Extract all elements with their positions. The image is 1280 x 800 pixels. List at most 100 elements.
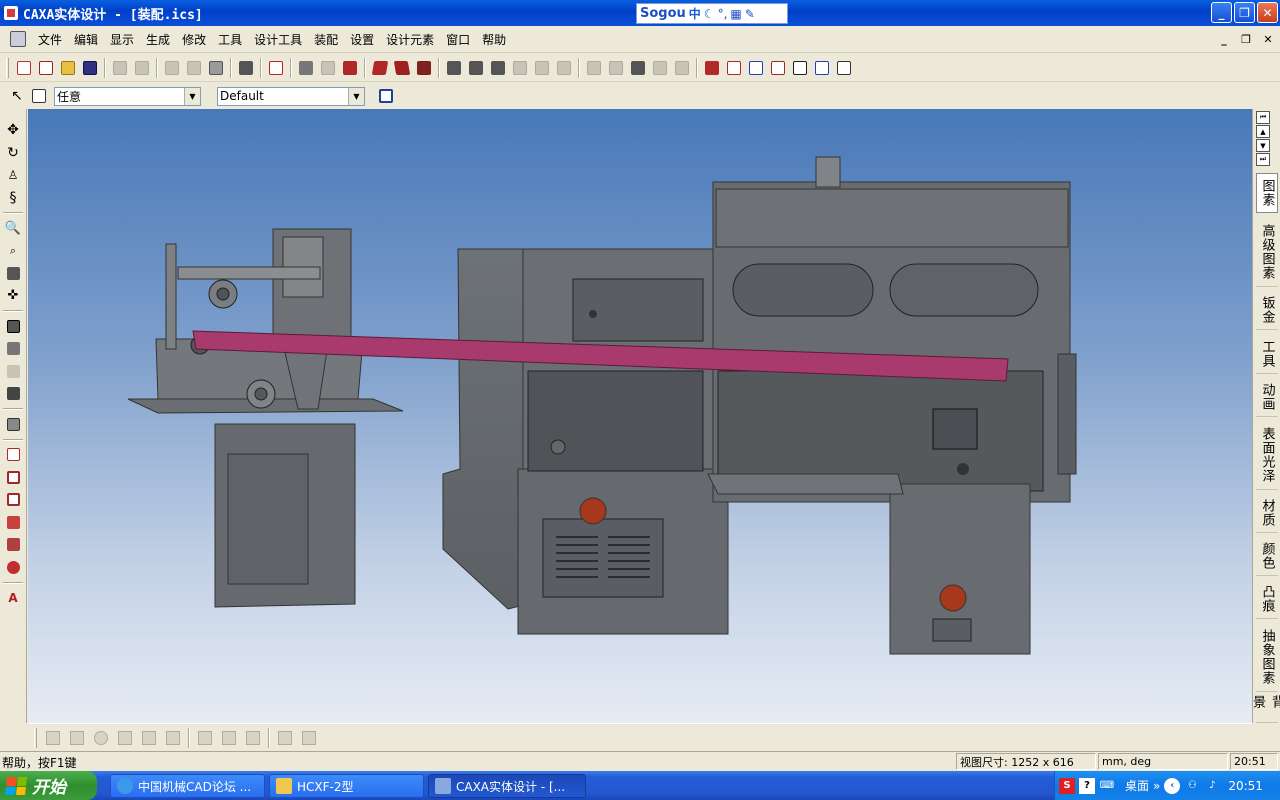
desktop-toolbar-label[interactable]: 桌面 — [1125, 777, 1149, 794]
filter-combo[interactable]: 任意 ▼ — [54, 86, 201, 106]
fillet-icon[interactable] — [531, 57, 553, 79]
doc-close-button[interactable]: ✕ — [1260, 31, 1276, 47]
task-folder[interactable]: HCXF-2型 — [269, 774, 424, 798]
view-tool-icon[interactable] — [113, 728, 137, 748]
ime-mode-indicator[interactable]: 中 — [689, 5, 701, 22]
ruler-icon[interactable] — [273, 728, 297, 748]
left-feeder-unit[interactable] — [127, 228, 404, 608]
tab-animation[interactable]: 动画 — [1256, 377, 1278, 417]
menu-modify[interactable]: 修改 — [176, 31, 212, 48]
view-align-icon[interactable] — [137, 728, 161, 748]
sweep-icon[interactable] — [413, 57, 435, 79]
boolean-icon[interactable] — [649, 57, 671, 79]
walk-icon[interactable]: § — [2, 187, 24, 209]
dimension-line-icon[interactable] — [217, 728, 241, 748]
menu-view[interactable]: 显示 — [104, 31, 140, 48]
constraint-tool-icon[interactable] — [811, 57, 833, 79]
arrow-tool-icon[interactable] — [701, 57, 723, 79]
tab-material[interactable]: 材质 — [1256, 493, 1278, 533]
chevron-down-icon[interactable]: ▼ — [348, 87, 364, 105]
sogou-tray-icon[interactable]: S — [1059, 777, 1075, 794]
menu-edit[interactable]: 编辑 — [68, 31, 104, 48]
dynamic-view-icon[interactable]: ♙ — [2, 164, 24, 186]
tab-background[interactable]: 背景 — [1250, 695, 1280, 723]
fasten-tool-icon[interactable] — [789, 57, 811, 79]
view-2d-icon[interactable] — [41, 728, 65, 748]
tab-advanced-primitives[interactable]: 高级图素 — [1256, 217, 1278, 287]
ime-toolbar[interactable]: Sogou 中 ☾ °, ▦ ✎ — [636, 3, 788, 24]
rect-icon[interactable] — [2, 466, 24, 488]
keyboard-icon[interactable]: ▦ — [730, 7, 741, 21]
view-camera-icon[interactable] — [2, 338, 24, 360]
shell-icon[interactable] — [465, 57, 487, 79]
tab-primitives[interactable]: 图素 — [1256, 173, 1278, 213]
help-tray-icon[interactable]: ? — [1079, 777, 1095, 794]
delete-icon[interactable] — [193, 728, 217, 748]
cross-icon[interactable] — [241, 728, 265, 748]
tab-color[interactable]: 颜色 — [1256, 536, 1278, 576]
dimension-icon[interactable]: A — [2, 587, 24, 609]
rotate-icon[interactable]: ↻ — [2, 142, 24, 164]
clock[interactable]: 20:51 — [1228, 779, 1263, 793]
view-light-icon[interactable] — [2, 360, 24, 382]
doc-restore-button[interactable]: ❐ — [1238, 31, 1254, 47]
revolve-icon[interactable] — [391, 57, 413, 79]
orient-icon[interactable]: ✜ — [2, 285, 24, 307]
mirror-icon[interactable] — [605, 57, 627, 79]
split-icon[interactable] — [627, 57, 649, 79]
rib-icon[interactable] — [509, 57, 531, 79]
camera-icon[interactable] — [339, 57, 361, 79]
paste-icon[interactable] — [205, 57, 227, 79]
doc-minimize-button[interactable]: _ — [1216, 31, 1232, 47]
menu-window[interactable]: 窗口 — [440, 31, 476, 48]
view-grid-icon[interactable] — [2, 383, 24, 405]
offset-icon[interactable] — [2, 489, 24, 511]
extrude-icon[interactable] — [369, 57, 391, 79]
select-arrow-icon[interactable]: ↖ — [6, 85, 28, 107]
start-button[interactable]: 开始 — [0, 771, 97, 800]
punctuation-icon[interactable]: °, — [718, 7, 728, 21]
redo-icon[interactable] — [131, 57, 153, 79]
save-icon[interactable] — [79, 57, 101, 79]
cut-icon[interactable] — [161, 57, 183, 79]
menu-tools[interactable]: 工具 — [212, 31, 248, 48]
tab-tools[interactable]: 工具 — [1256, 334, 1278, 374]
tab-abstract-primitives[interactable]: 抽象图素 — [1256, 622, 1278, 692]
zoom-window-icon[interactable]: ⌕ — [2, 240, 24, 262]
new-drawing-icon[interactable] — [35, 57, 57, 79]
app-icon[interactable] — [4, 6, 18, 20]
machine-assembly-model[interactable] — [28, 109, 1252, 723]
tab-emboss[interactable]: 凸痕 — [1256, 579, 1278, 619]
toolbar-grip[interactable] — [34, 727, 37, 748]
menu-assembly[interactable]: 装配 — [308, 31, 344, 48]
loft-icon[interactable] — [443, 57, 465, 79]
volume-icon[interactable]: ♪ — [1204, 778, 1220, 794]
view-box-icon[interactable] — [65, 728, 89, 748]
tab-scroll-last-icon[interactable]: ⏭ — [1256, 153, 1270, 166]
menu-file[interactable]: 文件 — [32, 31, 68, 48]
axis-tool-icon[interactable] — [745, 57, 767, 79]
toolbar-grip[interactable] — [6, 57, 9, 78]
pattern-icon[interactable] — [583, 57, 605, 79]
forbid-icon[interactable] — [2, 556, 24, 578]
menu-generate[interactable]: 生成 — [140, 31, 176, 48]
cube-tool-icon[interactable] — [723, 57, 745, 79]
tab-surface-finish[interactable]: 表面光泽 — [1256, 420, 1278, 490]
pan-icon[interactable]: ✥ — [2, 119, 24, 141]
disconnect-tool-icon[interactable] — [833, 57, 855, 79]
menu-design-elements[interactable]: 设计元素 — [380, 31, 440, 48]
minimize-button[interactable]: _ — [1211, 2, 1232, 23]
align-tool-icon[interactable] — [767, 57, 789, 79]
chamfer-icon[interactable] — [553, 57, 575, 79]
moon-icon[interactable]: ☾ — [704, 7, 715, 21]
help-pointer-icon[interactable] — [265, 57, 287, 79]
maximize-button[interactable]: ❐ — [1234, 2, 1255, 23]
chevron-down-icon[interactable]: ▼ — [184, 87, 200, 105]
close-button[interactable]: ✕ — [1257, 2, 1278, 23]
view-rotate-icon[interactable] — [89, 728, 113, 748]
enclosure-cabinet[interactable] — [712, 156, 1077, 503]
main-machine-body[interactable] — [442, 248, 729, 635]
measure-icon[interactable] — [235, 57, 257, 79]
tab-scroll-up-icon[interactable]: ▲ — [1256, 125, 1270, 138]
view-stack-icon[interactable] — [161, 728, 185, 748]
